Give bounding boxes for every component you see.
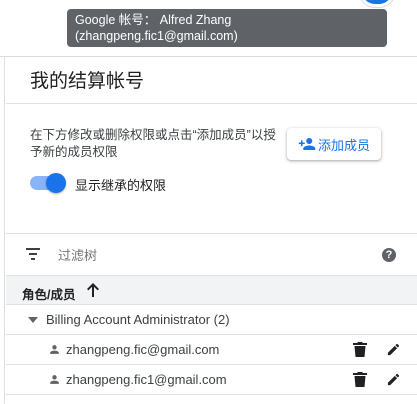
- account-avatar[interactable]: [359, 0, 395, 7]
- role-group-row[interactable]: Billing Account Administrator (2): [6, 305, 417, 335]
- tooltip-account-name: Google 帐号： Alfred Zhang: [75, 13, 232, 27]
- help-icon[interactable]: ?: [382, 248, 396, 262]
- tooltip-account-email: (zhangpeng.fic1@gmail.com): [75, 29, 238, 43]
- person-add-icon: [298, 138, 316, 150]
- account-tooltip: Google 帐号： Alfred Zhang (zhangpeng.fic1@…: [67, 9, 387, 47]
- member-email: zhangpeng.fic1@gmail.com: [66, 372, 227, 387]
- role-group-label: Billing Account Administrator (2): [46, 312, 230, 327]
- table-row: zhangpeng.fic1@gmail.com: [6, 365, 417, 395]
- add-member-button[interactable]: 添加成员: [287, 128, 381, 160]
- edit-icon[interactable]: [386, 342, 401, 357]
- panel-border: [4, 56, 5, 404]
- page-title: 我的结算帐号: [30, 71, 145, 92]
- column-header-role-member[interactable]: 角色/成员: [22, 284, 75, 303]
- show-inherited-toggle[interactable]: [30, 173, 66, 193]
- expand-caret-icon[interactable]: [28, 317, 38, 323]
- title-divider: [6, 103, 417, 104]
- toggle-thumb: [46, 173, 66, 193]
- delete-icon[interactable]: [353, 372, 367, 387]
- show-inherited-label: 显示继承的权限: [75, 178, 167, 193]
- filter-bar: ?: [6, 233, 417, 276]
- delete-icon[interactable]: [353, 342, 367, 357]
- person-icon: [50, 345, 59, 354]
- filter-tree-input[interactable]: [56, 244, 360, 266]
- edit-icon[interactable]: [386, 372, 401, 387]
- table-header: 角色/成员: [6, 275, 417, 305]
- table-row: zhangpeng.fic@gmail.com: [6, 335, 417, 365]
- add-member-label: 添加成员: [317, 137, 370, 153]
- person-icon: [50, 375, 59, 384]
- permissions-description: 在下方修改或删除权限或点击“添加成员”以授予新的成员权限: [30, 128, 276, 159]
- member-email: zhangpeng.fic@gmail.com: [66, 342, 220, 357]
- sort-arrow-up-icon[interactable]: [86, 282, 100, 298]
- filter-icon: [26, 248, 40, 260]
